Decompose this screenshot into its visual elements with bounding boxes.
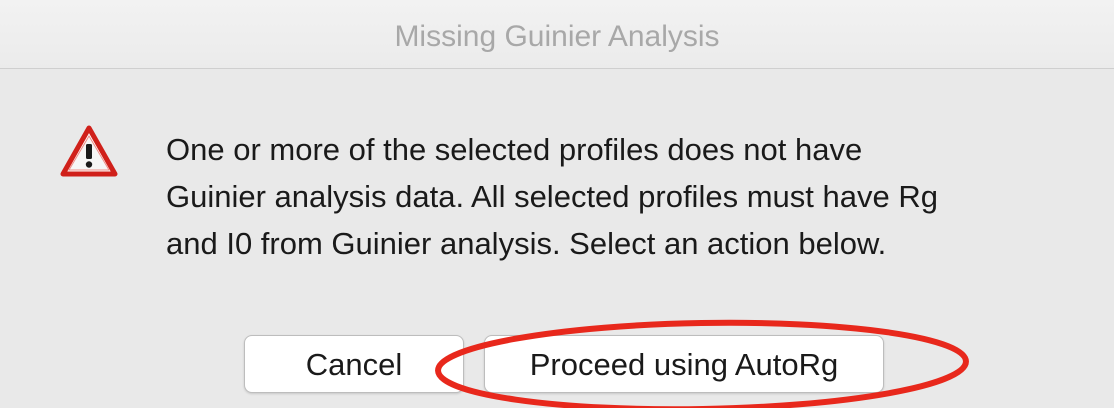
warning-triangle-icon bbox=[60, 125, 118, 177]
alert-message: One or more of the selected profiles doe… bbox=[166, 126, 1086, 267]
message-line-3: and I0 from Guinier analysis. Select an … bbox=[166, 226, 887, 261]
cancel-button[interactable]: Cancel bbox=[244, 335, 464, 393]
message-line-1: One or more of the selected profiles doe… bbox=[166, 132, 863, 167]
alert-dialog: Missing Guinier Analysis One or more of … bbox=[0, 0, 1114, 408]
title-bar: Missing Guinier Analysis bbox=[0, 0, 1114, 69]
dialog-title: Missing Guinier Analysis bbox=[394, 20, 720, 53]
proceed-autorg-button[interactable]: Proceed using AutoRg bbox=[484, 335, 884, 393]
message-line-2: Guinier analysis data. All selected prof… bbox=[166, 179, 938, 214]
